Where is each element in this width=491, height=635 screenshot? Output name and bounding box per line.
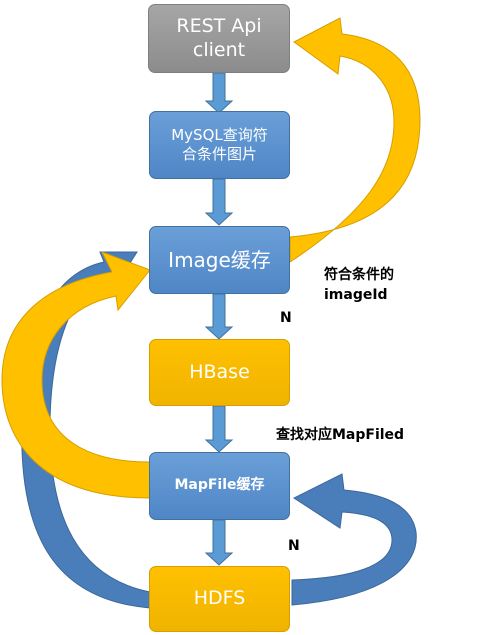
down-arrow-client-to-mysql: [204, 72, 234, 114]
label-matching-image-id: 符合条件的 imageId: [324, 267, 394, 303]
node-mapfile-cache: MapFile缓存: [149, 452, 290, 520]
label-n-mapfile-cache: N: [288, 538, 300, 554]
down-arrow-mapfile-cache-to-hdfs: [204, 519, 234, 566]
node-hbase: HBase: [149, 339, 290, 406]
down-arrow-hbase-to-mapfile-cache: [204, 405, 234, 453]
down-arrow-image-cache-to-hbase: [204, 293, 234, 340]
down-arrow-mysql-to-image-cache: [204, 178, 234, 226]
node-mysql-query: MySQL查询符 合条件图片: [149, 111, 290, 179]
hdfs-to-mapfile-cache-blue-loop-arrow: [291, 473, 417, 606]
image-cache-to-client-gold-loop-arrow: [289, 17, 421, 263]
node-image-cache: Image缓存: [149, 226, 290, 294]
label-n-image-cache: N: [280, 310, 292, 326]
flow-diagram: [1, 17, 421, 609]
node-hdfs: HDFS: [149, 566, 290, 632]
node-rest-api-client: REST Api client: [148, 4, 290, 73]
label-find-mapfiled: 查找对应MapFiled: [276, 427, 405, 443]
